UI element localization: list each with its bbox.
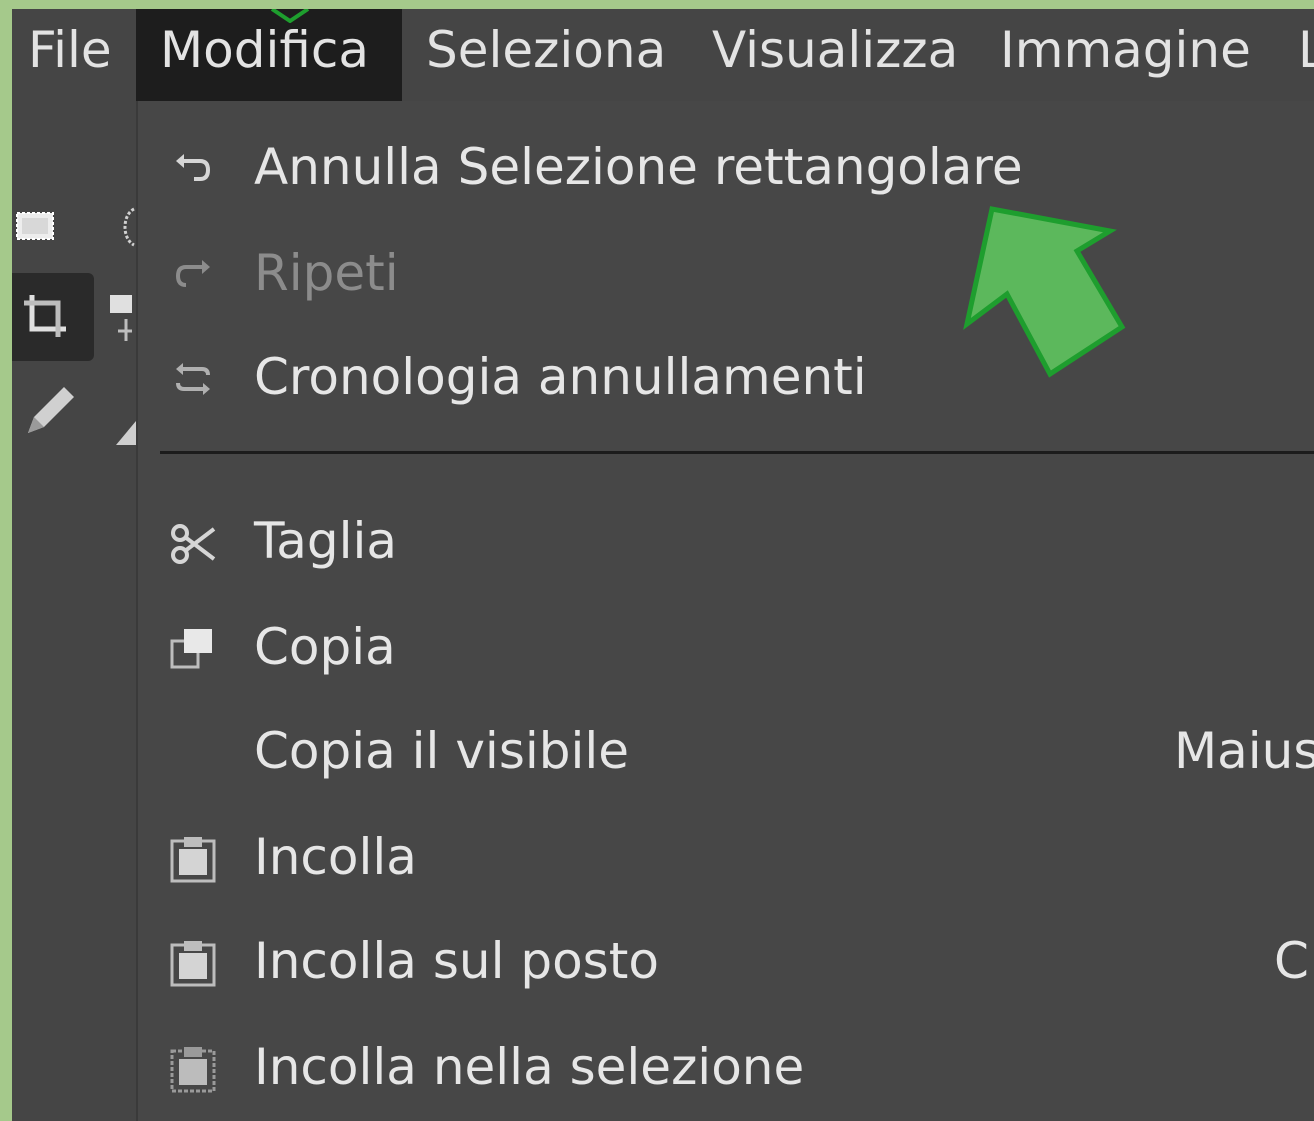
cut-label: Taglia [254, 512, 398, 570]
paste-into-selection-icon [170, 1047, 216, 1093]
annotation-marker-icon [270, 9, 310, 23]
ellipse-select-icon[interactable] [120, 207, 136, 247]
paste-icon [170, 837, 216, 883]
menu-separator [160, 451, 1314, 454]
menu-file[interactable]: File [28, 9, 112, 101]
menu-item-copy[interactable]: Copia [138, 597, 1314, 697]
undo-history-label: Cronologia annullamenti [254, 348, 867, 406]
pencil-icon[interactable] [20, 381, 80, 441]
paste-in-place-shortcut: C [1274, 932, 1309, 990]
crop-icon[interactable] [22, 293, 68, 341]
undo-label: Annulla Selezione rettangolare [254, 138, 1023, 196]
text-tool-icon[interactable] [106, 291, 136, 347]
menu-partial-next[interactable]: L [1298, 9, 1314, 101]
menu-seleziona[interactable]: Seleziona [426, 9, 666, 101]
menu-immagine[interactable]: Immagine [1000, 9, 1251, 101]
menu-item-paste-in-place[interactable]: Incolla sul posto C [138, 911, 1314, 1011]
gimp-window: File Modifica Seleziona Visualizza Immag… [12, 9, 1314, 1121]
copy-visible-label: Copia il visibile [254, 722, 630, 780]
scissors-icon [171, 524, 216, 564]
menu-item-paste-into-selection[interactable]: Incolla nella selezione [138, 1017, 1314, 1117]
menu-item-paste[interactable]: Incolla [138, 807, 1314, 907]
paste-into-selection-label: Incolla nella selezione [254, 1038, 805, 1096]
paste-in-place-label: Incolla sul posto [254, 932, 659, 990]
menu-visualizza[interactable]: Visualizza [712, 9, 958, 101]
menu-item-copy-visible[interactable]: Copia il visibile Maius [138, 701, 1314, 801]
redo-icon [175, 260, 210, 287]
paste-icon [170, 941, 216, 987]
copy-icon [170, 629, 212, 669]
menubar: File Modifica Seleziona Visualizza Immag… [12, 9, 1314, 101]
tool-group-corner-icon [116, 421, 136, 445]
undo-history-icon [176, 363, 210, 395]
menu-modifica[interactable]: Modifica [136, 9, 402, 101]
rectangle-select-icon[interactable] [14, 209, 58, 245]
paste-label: Incolla [254, 828, 417, 886]
menu-item-cut[interactable]: Taglia [138, 491, 1314, 591]
copy-label: Copia [254, 618, 396, 676]
undo-icon [176, 154, 211, 181]
annotation-arrow-icon [963, 206, 1126, 378]
toolbox [12, 101, 136, 1121]
copy-visible-shortcut: Maius [1174, 722, 1314, 780]
redo-label: Ripeti [254, 244, 399, 302]
